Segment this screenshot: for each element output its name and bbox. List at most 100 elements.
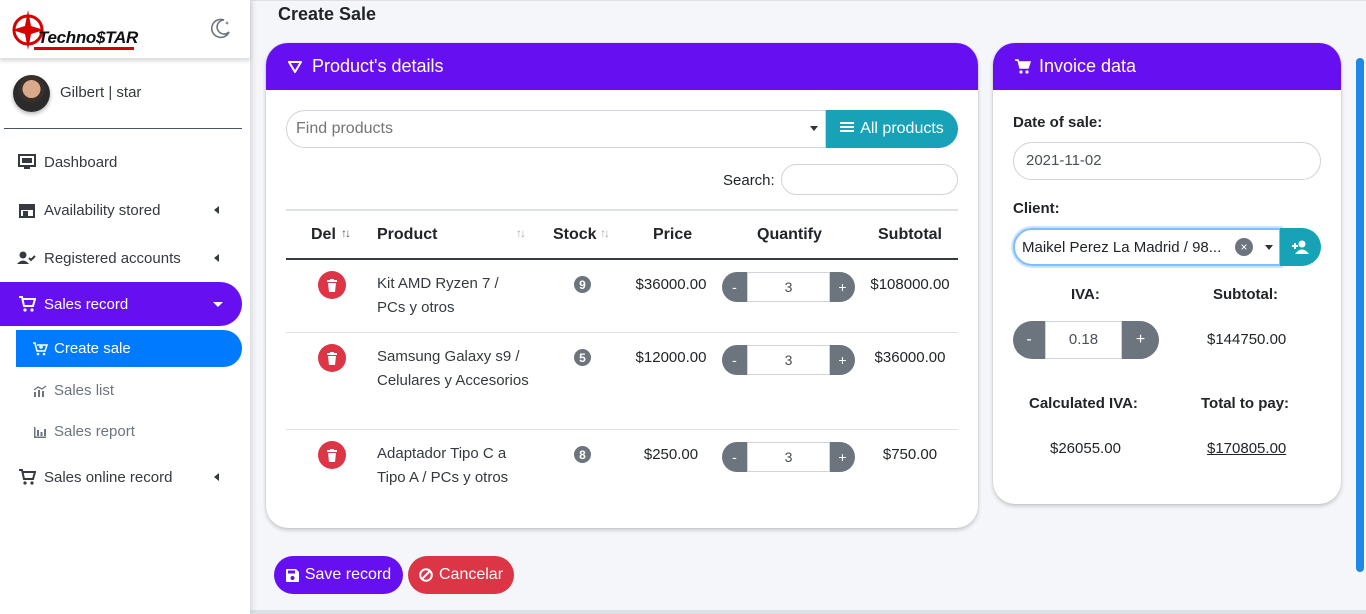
iva-increment-button[interactable]: + bbox=[1122, 321, 1159, 359]
column-header-del[interactable]: Del bbox=[311, 226, 336, 244]
quantity-stepper: - 3 + bbox=[722, 345, 858, 375]
stock-badge: 5 bbox=[574, 349, 591, 366]
client-label: Client: bbox=[1013, 200, 1060, 217]
column-header-stock[interactable]: Stock bbox=[553, 226, 597, 244]
date-field[interactable]: 2021-11-02 bbox=[1013, 142, 1321, 180]
cart-icon bbox=[17, 467, 37, 487]
products-card-title: Product's details bbox=[312, 56, 444, 76]
quantity-input[interactable]: 3 bbox=[747, 345, 830, 375]
chevron-down-icon bbox=[213, 301, 223, 307]
sidebar-item-availability[interactable]: Availability stored bbox=[0, 188, 242, 232]
footer-border bbox=[250, 610, 1366, 614]
brand-underline bbox=[34, 47, 134, 50]
column-header-subtotal: Subtotal bbox=[878, 226, 942, 243]
table-header-border bbox=[286, 258, 958, 260]
caret-down-icon[interactable] bbox=[1265, 245, 1273, 250]
page-title: Create Sale bbox=[278, 4, 377, 24]
product-name: Samsung Galaxy s9 / Celulares y Accesori… bbox=[377, 348, 529, 389]
quantity-input[interactable]: 3 bbox=[747, 272, 830, 302]
products-card-header[interactable]: Product's details bbox=[266, 43, 978, 90]
row-divider bbox=[286, 429, 958, 430]
sidebar-subitem-label: Sales report bbox=[54, 423, 135, 440]
iva-decrement-button[interactable]: - bbox=[1013, 321, 1045, 359]
sidebar-subitem-create-sale[interactable]: Create sale bbox=[16, 330, 242, 367]
chevron-left-icon bbox=[214, 254, 219, 262]
clear-icon[interactable]: × bbox=[1235, 238, 1253, 256]
search-label: Search: bbox=[723, 172, 775, 189]
bar-chart-icon bbox=[32, 424, 48, 440]
price-cell: $12000.00 bbox=[635, 349, 707, 366]
sort-icon[interactable]: ↑↓ bbox=[341, 226, 351, 240]
user-name: Gilbert | star bbox=[60, 84, 142, 101]
list-icon bbox=[840, 120, 855, 138]
filter-icon bbox=[288, 59, 304, 75]
caret-down-icon[interactable] bbox=[810, 126, 818, 131]
row-divider bbox=[286, 332, 958, 333]
client-selected-value: Maikel Perez La Madrid / 98... bbox=[1022, 239, 1222, 256]
increment-button[interactable]: + bbox=[830, 272, 855, 302]
table-search-input[interactable] bbox=[781, 164, 958, 195]
delete-row-button[interactable] bbox=[318, 441, 346, 469]
invoice-card: Invoice data Date of sale: 2021-11-02 Cl… bbox=[993, 43, 1341, 504]
sidebar-subitem-label: Sales list bbox=[54, 382, 115, 399]
user-panel[interactable]: Gilbert | star bbox=[4, 70, 242, 129]
iva-label: IVA: bbox=[1071, 286, 1100, 303]
find-products-input[interactable] bbox=[287, 111, 807, 147]
column-header-quantify: Quantify bbox=[757, 226, 822, 243]
sort-icon[interactable]: ↑↓ bbox=[516, 226, 526, 240]
decrement-button[interactable]: - bbox=[722, 442, 747, 472]
sort-icon[interactable]: ↑↓ bbox=[600, 226, 610, 240]
scrollbar[interactable] bbox=[1356, 58, 1364, 572]
cart-plus-icon bbox=[32, 341, 48, 357]
product-name: Adaptador Tipo C a Tipo A / PCs y otros bbox=[377, 445, 509, 486]
products-card: Product's details All products Search: D… bbox=[266, 43, 978, 528]
quantity-stepper: - 3 + bbox=[722, 272, 858, 302]
total-label: Total to pay: bbox=[1201, 395, 1290, 412]
invoice-card-header[interactable]: Invoice data bbox=[993, 43, 1341, 90]
save-record-button[interactable]: Save record bbox=[274, 556, 403, 594]
sidebar-item-sales-online[interactable]: Sales online record bbox=[0, 455, 242, 499]
moon-icon[interactable] bbox=[210, 17, 232, 39]
all-products-button[interactable]: All products bbox=[826, 110, 958, 148]
all-products-label: All products bbox=[860, 120, 944, 137]
total-value[interactable]: $170805.00 bbox=[1207, 440, 1286, 457]
date-label: Date of sale: bbox=[1013, 114, 1103, 131]
delete-row-button[interactable] bbox=[318, 271, 346, 299]
sidebar-item-accounts[interactable]: Registered accounts bbox=[0, 236, 242, 280]
increment-button[interactable]: + bbox=[830, 345, 855, 375]
sidebar-subitem-sales-list[interactable]: Sales list bbox=[16, 372, 242, 409]
cart-icon bbox=[17, 294, 37, 314]
sidebar-item-dashboard[interactable]: Dashboard bbox=[0, 140, 242, 184]
brand-logo[interactable]: Techno$TAR bbox=[8, 6, 138, 54]
cart-icon bbox=[1015, 59, 1031, 75]
decrement-button[interactable]: - bbox=[722, 272, 747, 302]
sidebar-subitem-sales-report[interactable]: Sales report bbox=[16, 413, 242, 450]
save-record-label: Save record bbox=[304, 566, 392, 583]
subtotal-cell: $750.00 bbox=[882, 446, 938, 463]
trash-icon bbox=[327, 351, 337, 365]
table-top-border bbox=[286, 209, 958, 211]
user-plus-icon bbox=[1291, 240, 1309, 254]
user-check-icon bbox=[17, 248, 37, 268]
cancel-label: Cancelar bbox=[438, 566, 504, 583]
chart-line-icon bbox=[32, 383, 48, 399]
decrement-button[interactable]: - bbox=[722, 345, 747, 375]
iva-input[interactable]: 0.18 bbox=[1045, 321, 1122, 359]
chevron-left-icon bbox=[214, 473, 219, 481]
price-cell: $250.00 bbox=[643, 446, 699, 463]
delete-row-button[interactable] bbox=[318, 344, 346, 372]
column-header-price: Price bbox=[653, 226, 693, 243]
quantity-input[interactable]: 3 bbox=[747, 442, 830, 472]
subtotal-cell: $108000.00 bbox=[870, 276, 950, 293]
sidebar-item-label: Sales record bbox=[44, 295, 129, 313]
increment-button[interactable]: + bbox=[830, 442, 855, 472]
product-name: Kit AMD Ryzen 7 / PCs y otros bbox=[377, 275, 499, 316]
client-select[interactable]: Maikel Perez La Madrid / 98... × bbox=[1013, 228, 1281, 266]
sidebar-item-sales-record[interactable]: Sales record bbox=[0, 282, 242, 326]
add-client-button[interactable] bbox=[1280, 228, 1321, 266]
cancel-button[interactable]: Cancelar bbox=[408, 556, 514, 594]
find-products-select[interactable] bbox=[286, 110, 826, 148]
sidebar: Techno$TAR Gilbert | star Dashboard Avai… bbox=[0, 0, 250, 614]
iva-stepper: - 0.18 + bbox=[1013, 321, 1159, 359]
column-header-product[interactable]: Product bbox=[377, 226, 437, 244]
